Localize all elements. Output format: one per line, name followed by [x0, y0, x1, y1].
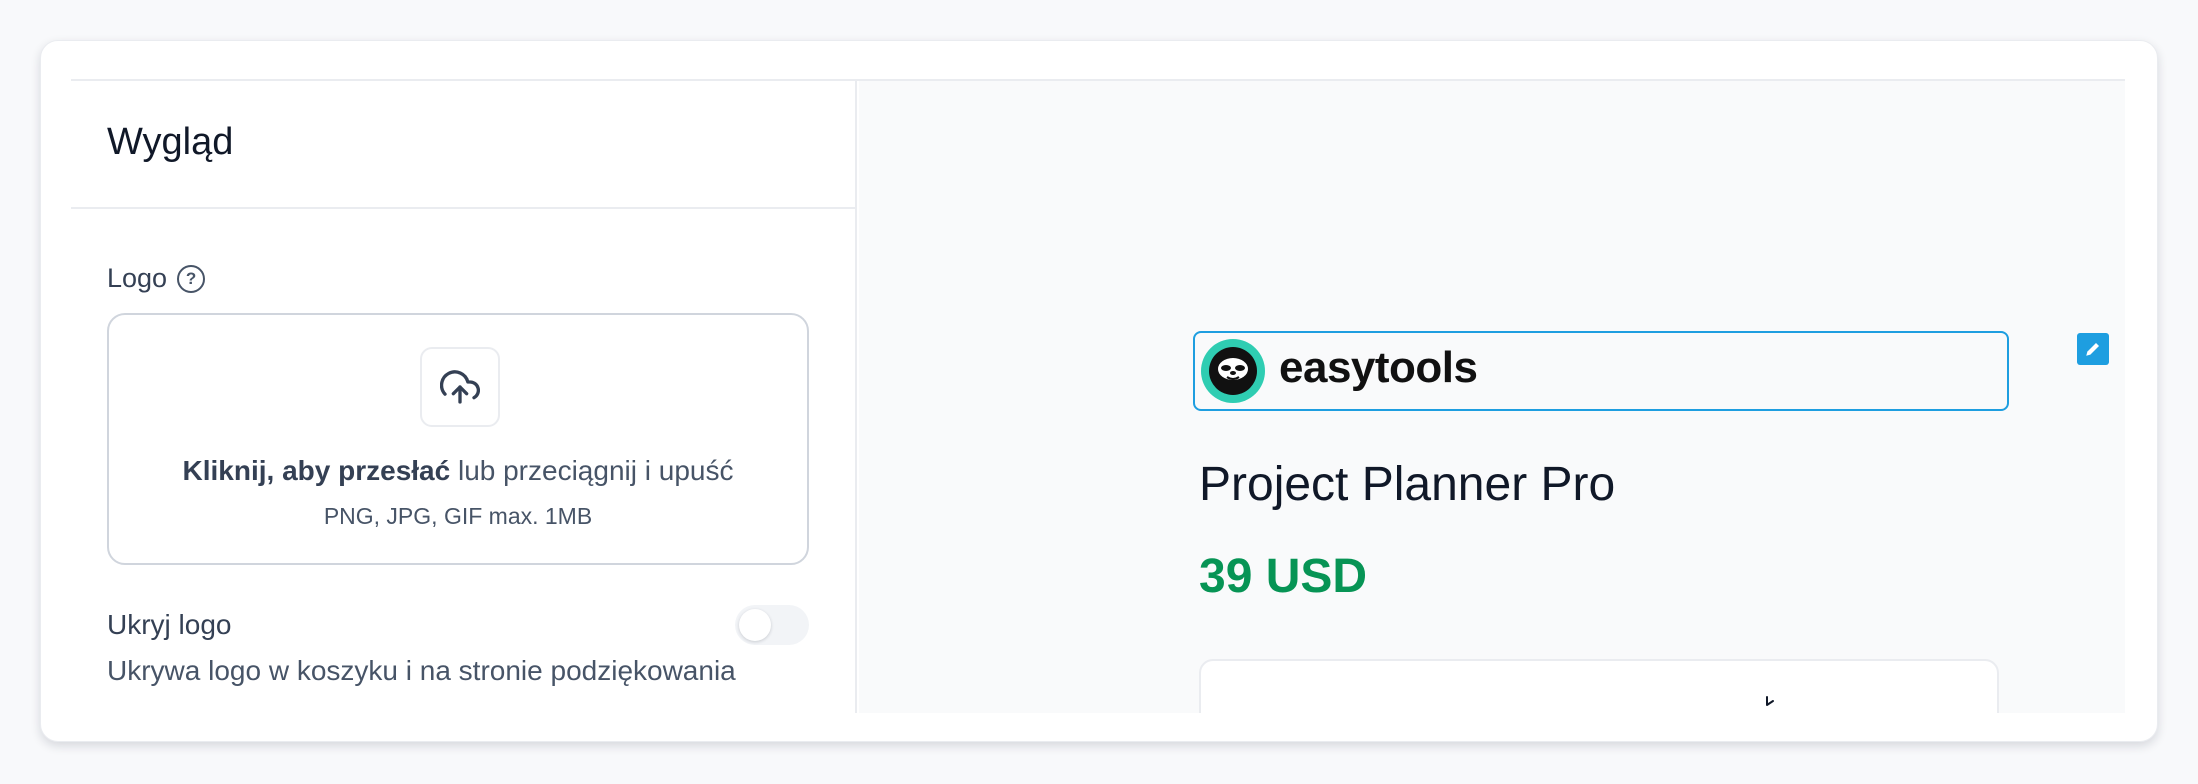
upload-click-link[interactable]: Kliknij, aby przesłać	[183, 455, 451, 486]
logo-label-row: Logo ?	[107, 263, 206, 294]
loading-spinner-icon	[1766, 696, 1774, 706]
upload-formats: PNG, JPG, GIF max. 1MB	[323, 503, 593, 529]
product-title: Project Planner Pro	[1199, 458, 1616, 511]
hide-logo-toggle[interactable]	[735, 605, 809, 645]
pencil-icon	[2086, 343, 2099, 356]
hide-logo-row: Ukryj logo	[107, 605, 809, 645]
preview-logo-box[interactable]: easytools	[1193, 331, 2009, 411]
section-header: Wygląd	[71, 81, 855, 209]
hide-logo-description: Ukrywa logo w koszyku i na stronie podzi…	[107, 655, 736, 686]
toggle-knob	[739, 609, 771, 641]
appearance-content: Wygląd Logo ? Kliknij, aby przesłać lub …	[71, 79, 2125, 713]
upload-cloud-icon	[440, 370, 480, 404]
help-icon[interactable]: ?	[177, 264, 206, 293]
brand-name: easytools	[1279, 343, 1478, 392]
product-price: 39 USD	[1199, 550, 1368, 603]
preview-checkout-card	[1199, 659, 1999, 713]
appearance-card: Wygląd Logo ? Kliknij, aby przesłać lub …	[40, 40, 2158, 742]
logo-upload-dropzone[interactable]: Kliknij, aby przesłać lub przeciągnij i …	[107, 313, 809, 565]
edit-logo-button[interactable]	[2077, 333, 2109, 365]
section-title: Wygląd	[107, 121, 234, 163]
logo-label: Logo	[107, 263, 168, 293]
checkout-preview: easytools Project Planner Pro 39 USD	[859, 81, 2125, 713]
upload-instructions: Kliknij, aby przesłać lub przeciągnij i …	[109, 455, 807, 487]
sloth-logo-icon	[1201, 339, 1265, 403]
upload-button[interactable]	[420, 347, 500, 427]
upload-drag-text: lub przeciągnij i upuść	[457, 455, 734, 486]
settings-panel: Wygląd Logo ? Kliknij, aby przesłać lub …	[71, 81, 857, 713]
hide-logo-label: Ukryj logo	[107, 609, 232, 640]
